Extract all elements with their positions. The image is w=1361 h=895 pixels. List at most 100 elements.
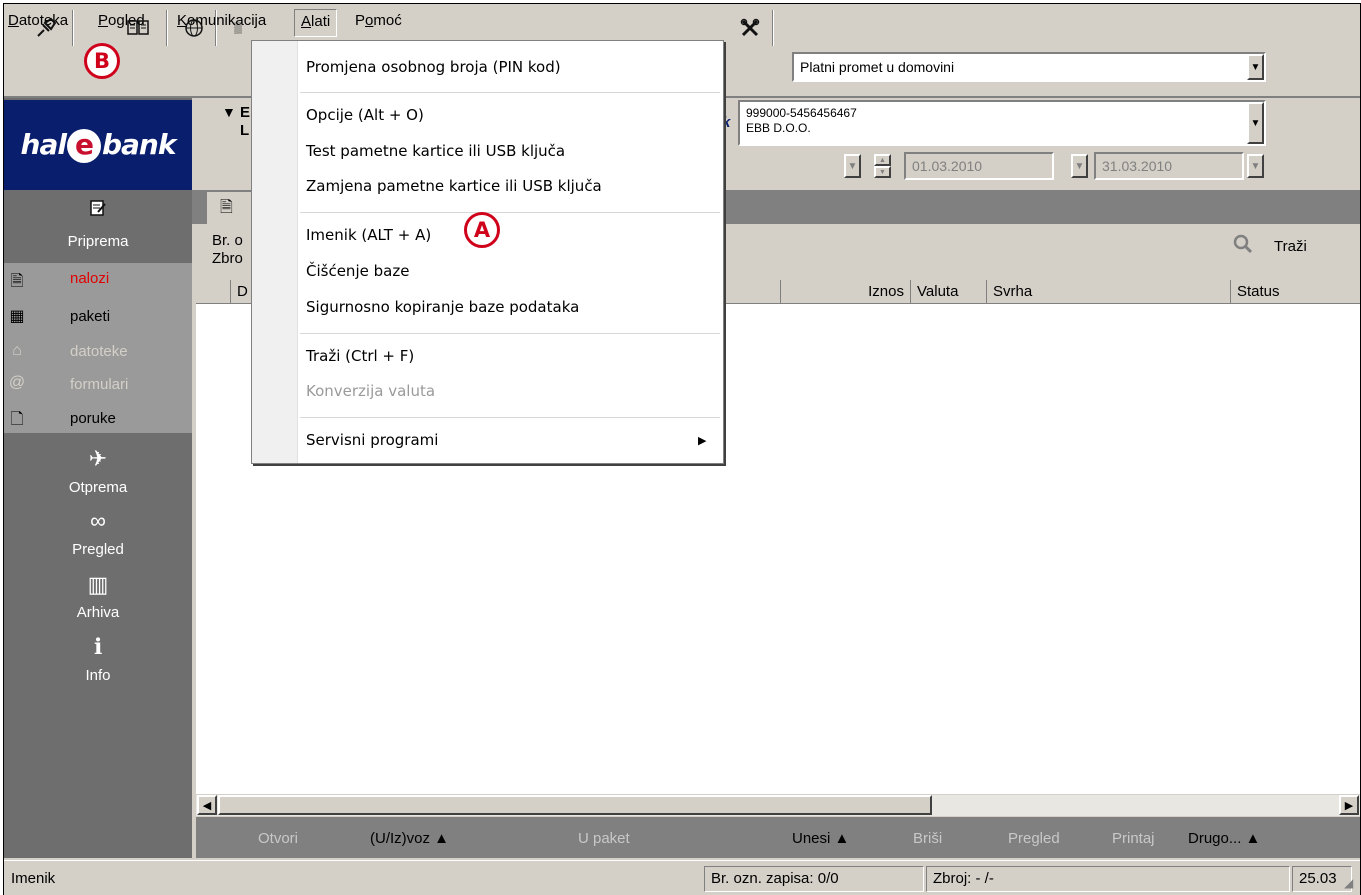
column-header-iznos[interactable]: Iznos bbox=[780, 280, 910, 304]
account-number: 999000-5456456467 bbox=[746, 106, 857, 120]
total-label: Zbro bbox=[212, 250, 243, 267]
binoculars-icon[interactable]: ∞ bbox=[4, 508, 192, 534]
menu-item-trazi[interactable]: Traži (Ctrl + F) bbox=[306, 347, 414, 365]
column-header-valuta[interactable]: Valuta bbox=[910, 280, 986, 304]
menu-datoteka-accel: D bbox=[8, 12, 19, 29]
menu-item-servisni-programi[interactable]: Servisni programi bbox=[306, 431, 438, 449]
logo-text-pre: hal bbox=[20, 127, 67, 161]
sidebar-subitem-paketi[interactable]: paketi bbox=[70, 308, 110, 325]
more-actions-button[interactable]: Drugo... ▲ bbox=[1188, 830, 1260, 847]
print-button[interactable]: Printaj bbox=[1112, 830, 1155, 847]
section-heading-prefix-1: E bbox=[240, 104, 251, 121]
chevron-down-icon[interactable]: ▼ bbox=[844, 154, 861, 178]
info-icon[interactable]: ℹ bbox=[4, 634, 192, 660]
menu-item-imenik[interactable]: Imenik (ALT + A) bbox=[306, 226, 431, 244]
sidebar-item-otprema[interactable]: Otprema bbox=[4, 479, 192, 496]
sidebar-subitem-nalozi[interactable]: nalozi bbox=[70, 270, 109, 287]
menu-alati[interactable]: Alati bbox=[294, 9, 338, 37]
archive-binders-icon[interactable]: ▥ bbox=[4, 572, 192, 598]
menu-item-promjena-pin[interactable]: Promjena osobnog broja (PIN kod) bbox=[306, 58, 561, 76]
sidebar-item-arhiva[interactable]: Arhiva bbox=[4, 604, 192, 621]
unesi-button[interactable]: Unesi ▲ bbox=[792, 830, 849, 847]
menu-pomoc-post: moć bbox=[373, 12, 402, 29]
otvori-button[interactable]: Otvori bbox=[258, 830, 298, 847]
menu-item-opcije[interactable]: Opcije (Alt + O) bbox=[306, 106, 424, 124]
alati-dropdown-menu bbox=[251, 40, 724, 464]
status-total: Zbroj: - /- bbox=[926, 866, 1290, 892]
sidebar-subitem-datoteke[interactable]: datoteke bbox=[70, 343, 128, 360]
menu-alati-accel: A bbox=[301, 13, 312, 30]
sidebar-item-info[interactable]: Info bbox=[4, 667, 192, 684]
menu-alati-label: lati bbox=[311, 13, 331, 30]
menu-item-zamjena-kartice[interactable]: Zamjena pametne kartice ili USB ključa bbox=[306, 177, 602, 195]
halcom-bank-logo: hal e bank bbox=[4, 100, 192, 190]
status-message: Imenik bbox=[4, 866, 704, 892]
menu-separator bbox=[300, 417, 720, 418]
files-icon: ⌂ bbox=[12, 342, 22, 359]
resize-grip-icon[interactable]: ◢ bbox=[1344, 876, 1353, 890]
forms-icon: @ bbox=[8, 374, 26, 391]
add-to-package-button[interactable]: U paket bbox=[578, 830, 630, 847]
delete-button[interactable]: Briši bbox=[913, 830, 942, 847]
chevron-down-icon[interactable]: ▼ bbox=[1247, 54, 1264, 80]
edit-document-icon[interactable] bbox=[4, 198, 192, 224]
sidebar-subitem-poruke[interactable]: poruke bbox=[70, 410, 116, 427]
menu-separator bbox=[300, 333, 720, 334]
logo-text-post: bank bbox=[101, 127, 176, 161]
new-order-tab-icon: 🗎 bbox=[220, 199, 233, 216]
new-order-icon: 🗎 bbox=[10, 273, 24, 290]
column-header-svrha[interactable]: Svrha bbox=[986, 280, 1230, 304]
payment-type-value: Platni promet u domovini bbox=[800, 59, 955, 75]
toolbar-separator bbox=[166, 10, 168, 46]
dropdown-gutter bbox=[252, 41, 298, 463]
submenu-arrow-icon: ▶ bbox=[698, 435, 707, 447]
menu-item-test-kartice[interactable]: Test pametne kartice ili USB ključa bbox=[306, 142, 565, 160]
date-to-value: 31.03.2010 bbox=[1102, 158, 1173, 174]
messages-icon: 🗋 bbox=[10, 411, 24, 428]
globe-icon[interactable] bbox=[178, 11, 210, 45]
spin-up-icon[interactable]: ▲ bbox=[874, 154, 891, 166]
scrollbar-thumb[interactable] bbox=[218, 795, 932, 815]
connect-plug-icon[interactable] bbox=[30, 11, 62, 45]
callout-badge-b: B bbox=[84, 43, 120, 79]
sidebar-item-pregled[interactable]: Pregled bbox=[4, 541, 192, 558]
toolbar-separator bbox=[72, 10, 74, 46]
search-button[interactable]: Traži bbox=[1274, 238, 1307, 255]
menu-pogled-accel: P bbox=[98, 12, 109, 29]
logo-text-ring: e bbox=[66, 128, 101, 163]
date-from-field[interactable]: 01.03.2010 bbox=[904, 152, 1054, 180]
status-record-count: Br. ozn. zapisa: 0/0 bbox=[704, 866, 924, 892]
address-book-icon[interactable] bbox=[122, 11, 154, 45]
account-select[interactable]: 999000-5456456467 EBB D.O.O. bbox=[738, 100, 1266, 146]
status-date: 25.03 bbox=[1292, 866, 1352, 892]
chevron-down-icon[interactable]: ▼ bbox=[1247, 102, 1264, 144]
account-name: EBB D.O.O. bbox=[746, 121, 811, 135]
binary-data-icon[interactable]: ▒ bbox=[222, 11, 254, 45]
menu-item-konverzija-valuta[interactable]: Konverzija valuta bbox=[306, 382, 435, 400]
menu-item-sigurnosno-kopiranje[interactable]: Sigurnosno kopiranje baze podataka bbox=[306, 298, 579, 316]
section-heading-prefix-2: L bbox=[240, 122, 250, 139]
toolbar-separator bbox=[772, 10, 774, 46]
import-export-button[interactable]: (U/Iz)voz ▲ bbox=[370, 830, 449, 847]
spin-down-icon[interactable]: ▼ bbox=[874, 166, 891, 178]
callout-badge-a: A bbox=[464, 212, 500, 248]
sidebar-subitem-formulari[interactable]: formulari bbox=[70, 376, 128, 393]
scroll-left-icon[interactable]: ◀ bbox=[197, 795, 217, 815]
column-header-status[interactable]: Status bbox=[1230, 280, 1360, 304]
preview-button[interactable]: Pregled bbox=[1008, 830, 1060, 847]
collapse-triangle-icon[interactable]: ▼ bbox=[222, 104, 236, 120]
send-paper-plane-icon[interactable]: ✈ bbox=[4, 446, 192, 472]
chevron-down-icon[interactable]: ▼ bbox=[1247, 154, 1264, 178]
chevron-down-icon[interactable]: ▼ bbox=[1071, 154, 1088, 178]
menu-separator bbox=[300, 212, 720, 213]
scroll-right-icon[interactable]: ▶ bbox=[1339, 795, 1359, 815]
payment-type-select[interactable]: Platni promet u domovini bbox=[792, 52, 1266, 82]
sidebar-item-priprema[interactable]: Priprema bbox=[4, 233, 192, 250]
date-to-field[interactable]: 31.03.2010 bbox=[1094, 152, 1244, 180]
record-count-label: Br. o bbox=[212, 232, 243, 249]
menu-item-ciscenje-baze[interactable]: Čišćenje baze bbox=[306, 262, 409, 280]
search-icon[interactable] bbox=[1233, 234, 1253, 260]
tools-cross-icon[interactable] bbox=[734, 11, 766, 45]
menu-pomoc[interactable]: Pomoć bbox=[355, 12, 402, 29]
date-from-value: 01.03.2010 bbox=[912, 158, 983, 174]
